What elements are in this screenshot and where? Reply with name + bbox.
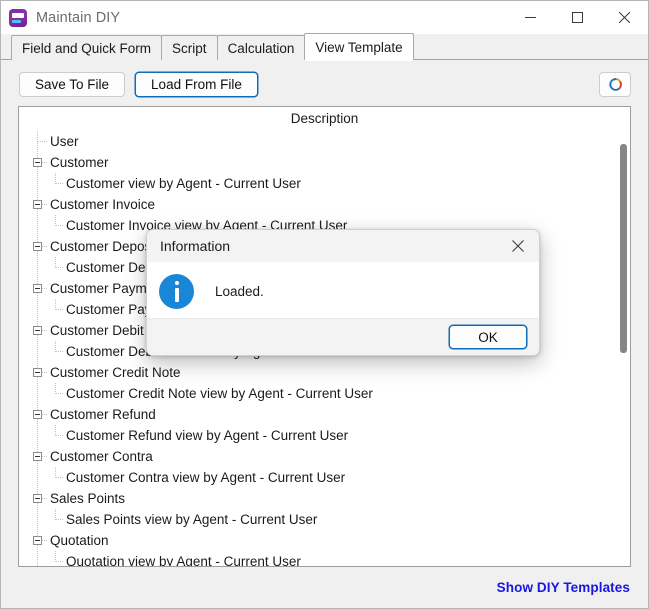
- collapse-expander-icon[interactable]: [33, 368, 42, 377]
- window-controls: [507, 1, 648, 34]
- dialog-close-icon[interactable]: [497, 230, 539, 262]
- scrollbar-thumb[interactable]: [620, 144, 627, 353]
- tree-node-root[interactable]: Customer Contra: [19, 446, 630, 467]
- dialog-title-bar: Information: [147, 230, 539, 262]
- tab-label: Script: [172, 41, 207, 56]
- maintain-diy-window: Maintain DIY Field and Quick Form Script…: [0, 0, 649, 609]
- tree-guide-line: [56, 225, 64, 226]
- tree-node-root[interactable]: Customer Refund: [19, 404, 630, 425]
- tree-node-root[interactable]: User: [19, 131, 630, 152]
- collapse-expander-icon[interactable]: [33, 326, 42, 335]
- minimize-icon[interactable]: [507, 1, 554, 34]
- refresh-icon: [608, 77, 623, 92]
- tree-guide-line: [56, 393, 64, 394]
- tree-node-root[interactable]: Customer Credit Note: [19, 362, 630, 383]
- tree-node-child[interactable]: Quotation view by Agent - Current User: [19, 551, 630, 566]
- tree-node-label: Customer Invoice: [50, 194, 155, 215]
- information-dialog: Information Loaded. OK: [146, 229, 540, 356]
- info-icon: [159, 274, 194, 309]
- footer-bar: Show DIY Templates: [2, 567, 647, 607]
- maximize-icon[interactable]: [554, 1, 601, 34]
- save-to-file-button[interactable]: Save To File: [19, 72, 125, 97]
- collapse-expander-icon[interactable]: [33, 242, 42, 251]
- tree-node-child[interactable]: Customer view by Agent - Current User: [19, 173, 630, 194]
- tree-guide-line: [56, 519, 64, 520]
- tree-node-child[interactable]: Customer Refund view by Agent - Current …: [19, 425, 630, 446]
- tree-guide-line: [56, 477, 64, 478]
- tree-guide-line: [56, 351, 64, 352]
- tree-node-label: Customer Refund view by Agent - Current …: [66, 425, 348, 446]
- tree-guide-line: [38, 141, 47, 142]
- tree-node-label: Customer Deposit: [50, 236, 158, 257]
- show-diy-templates-link[interactable]: Show DIY Templates: [497, 580, 630, 595]
- tab-field-and-quick-form[interactable]: Field and Quick Form: [11, 35, 162, 60]
- title-bar: Maintain DIY: [1, 1, 648, 34]
- tab-label: Calculation: [228, 41, 295, 56]
- list-scrollbar[interactable]: [615, 131, 630, 566]
- tree-node-label: Customer: [50, 152, 109, 173]
- tree-node-root[interactable]: Sales Points: [19, 488, 630, 509]
- tree-node-label: Customer Contra: [50, 446, 153, 467]
- tab-view-template[interactable]: View Template: [304, 33, 413, 60]
- dialog-body: Loaded.: [147, 262, 539, 320]
- tree-node-child[interactable]: Customer Credit Note view by Agent - Cur…: [19, 383, 630, 404]
- dialog-footer: OK: [147, 318, 539, 355]
- collapse-expander-icon[interactable]: [33, 452, 42, 461]
- tree-node-label: Sales Points view by Agent - Current Use…: [66, 509, 317, 530]
- tab-strip: Field and Quick Form Script Calculation …: [1, 34, 648, 60]
- tree-guide-line: [56, 309, 64, 310]
- tree-node-root[interactable]: Customer: [19, 152, 630, 173]
- sql-app-icon: [9, 9, 27, 27]
- load-from-file-button[interactable]: Load From File: [135, 72, 258, 97]
- dialog-ok-button[interactable]: OK: [449, 325, 527, 349]
- dialog-message: Loaded.: [215, 284, 264, 299]
- tree-node-child[interactable]: Sales Points view by Agent - Current Use…: [19, 509, 630, 530]
- column-header-description: Description: [19, 107, 630, 131]
- tree-guide-line: [56, 267, 64, 268]
- tree-node-label: Customer Refund: [50, 404, 156, 425]
- collapse-expander-icon[interactable]: [33, 410, 42, 419]
- tab-label: Field and Quick Form: [22, 41, 151, 56]
- tree-guide-line: [56, 183, 64, 184]
- tree-node-label: User: [50, 131, 79, 152]
- collapse-expander-icon[interactable]: [33, 158, 42, 167]
- tree-node-child[interactable]: Customer Contra view by Agent - Current …: [19, 467, 630, 488]
- tab-script[interactable]: Script: [161, 35, 218, 60]
- collapse-expander-icon[interactable]: [33, 200, 42, 209]
- tree-node-label: Quotation: [50, 530, 109, 551]
- tree-node-label: Customer view by Agent - Current User: [66, 173, 301, 194]
- tab-label: View Template: [315, 40, 402, 55]
- tree-guide-line: [56, 435, 64, 436]
- window-title: Maintain DIY: [36, 10, 120, 26]
- tree-node-label: Customer Credit Note: [50, 362, 181, 383]
- tab-calculation[interactable]: Calculation: [217, 35, 306, 60]
- tree-node-label: Customer Contra view by Agent - Current …: [66, 467, 345, 488]
- tree-node-label: Sales Points: [50, 488, 125, 509]
- tree-guide-line: [56, 561, 64, 562]
- collapse-expander-icon[interactable]: [33, 536, 42, 545]
- toolbar: Save To File Load From File: [2, 61, 647, 106]
- collapse-expander-icon[interactable]: [33, 284, 42, 293]
- tree-node-root[interactable]: Customer Invoice: [19, 194, 630, 215]
- tree-node-label: Quotation view by Agent - Current User: [66, 551, 301, 566]
- tree-node-label: Customer Credit Note view by Agent - Cur…: [66, 383, 373, 404]
- dialog-title: Information: [160, 238, 230, 254]
- tree-node-root[interactable]: Quotation: [19, 530, 630, 551]
- collapse-expander-icon[interactable]: [33, 494, 42, 503]
- refresh-button[interactable]: [599, 72, 631, 97]
- close-icon[interactable]: [601, 1, 648, 34]
